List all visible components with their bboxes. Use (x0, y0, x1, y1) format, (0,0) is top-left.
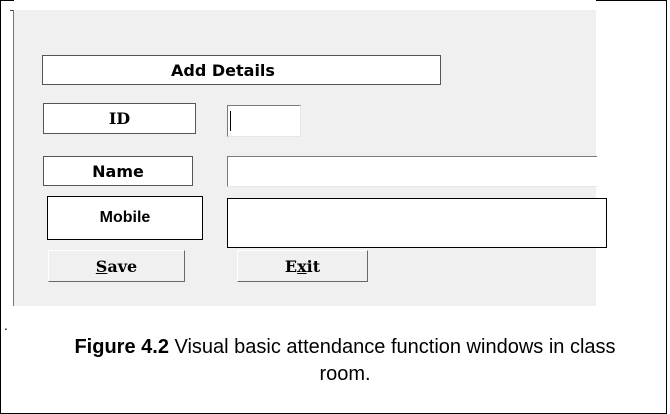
id-label: ID (43, 103, 196, 134)
figure-caption: Figure 4.2 Visual basic attendance funct… (56, 334, 634, 388)
figure-caption-text: Visual basic attendance function windows… (168, 336, 616, 385)
text-caret (230, 111, 231, 131)
exit-button-label-end: it (306, 256, 321, 276)
mobile-input[interactable] (227, 198, 607, 248)
name-input[interactable] (227, 156, 597, 187)
form-title-label: Add Details (42, 55, 441, 85)
stray-dot: . (4, 317, 8, 333)
exit-button-label-start: E (284, 256, 298, 276)
exit-button-mnemonic: x (297, 256, 307, 276)
frame-top-border-right (596, 0, 667, 1)
frame-top-border-left (0, 0, 14, 1)
save-button-label: ave (107, 256, 138, 276)
id-input[interactable] (227, 105, 301, 137)
save-button[interactable]: Save (48, 250, 185, 282)
frame-right-border (666, 0, 667, 414)
mobile-label: Mobile (47, 196, 203, 240)
frame-left-border (0, 0, 1, 414)
figure-caption-label: Figure 4.2 (74, 336, 169, 358)
save-button-mnemonic: S (95, 256, 108, 276)
exit-button[interactable]: Ex it (237, 250, 368, 282)
name-label: Name (43, 156, 193, 186)
